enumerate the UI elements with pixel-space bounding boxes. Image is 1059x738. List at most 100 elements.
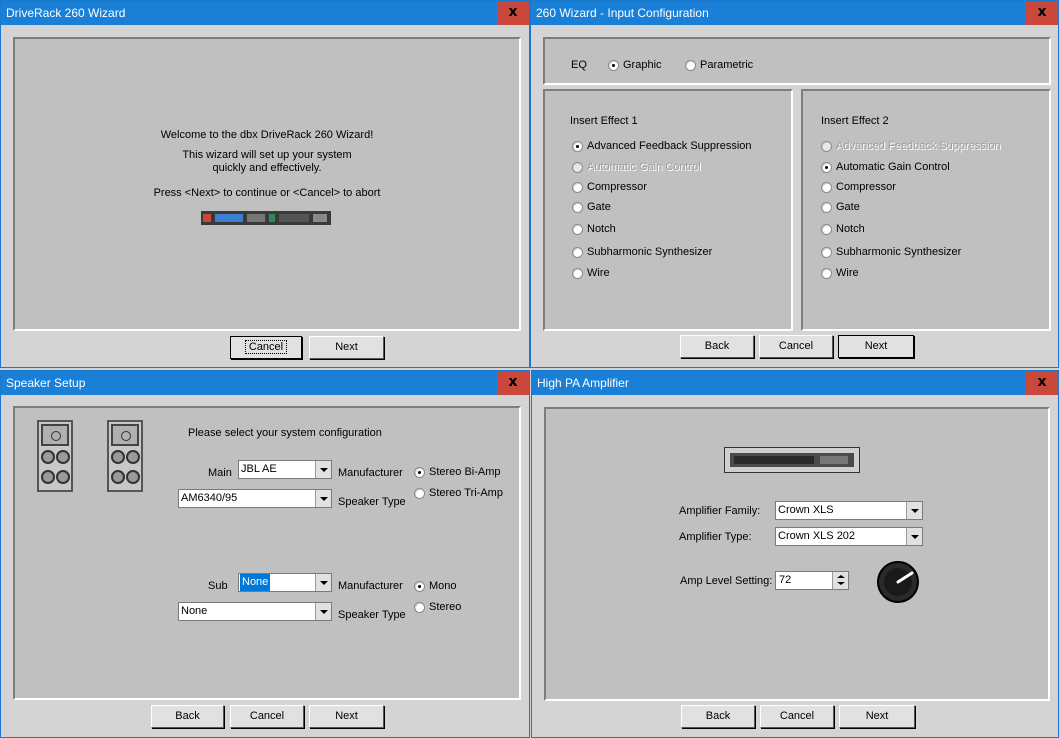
insert1-afs-radio[interactable] <box>572 141 583 152</box>
input-configuration-window: 260 Wizard - Input Configuration x EQ Gr… <box>530 0 1059 368</box>
cancel-button[interactable]: Cancel <box>230 336 302 359</box>
welcome-panel: Welcome to the dbx DriveRack 260 Wizard!… <box>13 37 521 331</box>
main-speaker-type-label: Speaker Type <box>338 496 406 508</box>
close-button[interactable]: x <box>1026 371 1058 395</box>
amp-level-spinner[interactable]: 72 <box>775 571 849 590</box>
chevron-down-icon[interactable] <box>315 574 331 591</box>
amp-level-knob[interactable] <box>876 560 920 604</box>
insert2-subharmonic-radio[interactable] <box>821 247 832 258</box>
close-button[interactable]: x <box>1026 1 1058 25</box>
welcome-line-2: This wizard will set up your system <box>182 149 352 161</box>
eq-panel: EQ Graphic Parametric <box>543 37 1051 85</box>
sub-label: Sub <box>208 580 228 592</box>
window-title: 260 Wizard - Input Configuration <box>531 1 1058 25</box>
amplifier-type-value: Crown XLS 202 <box>778 530 856 542</box>
amplifier-family-value: Crown XLS <box>778 504 834 516</box>
insert1-compressor-label[interactable]: Compressor <box>587 181 647 193</box>
close-button[interactable]: x <box>497 371 529 395</box>
main-speaker-image <box>37 420 73 492</box>
insert1-gate-radio[interactable] <box>572 202 583 213</box>
next-button[interactable]: Next <box>838 335 914 358</box>
sub-speaker-type-value: None <box>181 605 208 617</box>
insert-effect-2-panel: Insert Effect 2 Advanced Feedback Suppre… <box>801 89 1051 331</box>
sub-manufacturer-select[interactable]: None <box>238 573 332 592</box>
insert2-gate-radio[interactable] <box>821 202 832 213</box>
cancel-button[interactable]: Cancel <box>230 705 304 728</box>
chevron-down-icon[interactable] <box>906 502 922 519</box>
window-title: Speaker Setup <box>1 371 529 395</box>
insert2-agc-label[interactable]: Automatic Gain Control <box>836 161 950 173</box>
amplifier-type-select[interactable]: Crown XLS 202 <box>775 527 923 546</box>
sub-manufacturer-value: None <box>240 574 271 591</box>
back-button[interactable]: Back <box>680 335 754 358</box>
insert1-agc-radio <box>572 162 583 173</box>
insert2-notch-radio[interactable] <box>821 224 832 235</box>
main-manufacturer-select[interactable]: JBL AE <box>238 460 332 479</box>
amplifier-panel: Amplifier Family: Crown XLS Amplifier Ty… <box>544 407 1050 701</box>
insert1-notch-label[interactable]: Notch <box>587 223 616 235</box>
driverack-device-image <box>201 211 331 225</box>
welcome-line-4: Press <Next> to continue or <Cancel> to … <box>153 187 381 199</box>
amplifier-family-select[interactable]: Crown XLS <box>775 501 923 520</box>
insert2-subharmonic-label[interactable]: Subharmonic Synthesizer <box>836 246 961 258</box>
eq-parametric-label[interactable]: Parametric <box>700 59 753 71</box>
back-button[interactable]: Back <box>681 705 755 728</box>
cancel-label: Cancel <box>244 340 288 354</box>
stereo-tri-amp-label[interactable]: Stereo Tri-Amp <box>429 487 503 499</box>
amplifier-image <box>724 447 860 473</box>
window-title: DriveRack 260 Wizard <box>1 1 529 25</box>
eq-label: EQ <box>571 59 587 71</box>
eq-parametric-radio[interactable] <box>685 60 696 71</box>
insert1-agc-label: Automatic Gain Control <box>587 161 701 173</box>
back-button[interactable]: Back <box>151 705 224 728</box>
eq-graphic-radio[interactable] <box>608 60 619 71</box>
insert2-compressor-radio[interactable] <box>821 182 832 193</box>
sub-manufacturer-label: Manufacturer <box>338 580 403 592</box>
amp-level-value: 72 <box>779 574 792 586</box>
main-speaker-type-select[interactable]: AM6340/95 <box>178 489 332 508</box>
main-speaker-type-value: AM6340/95 <box>181 492 238 504</box>
insert-effect-2-title: Insert Effect 2 <box>821 115 889 127</box>
stereo-bi-amp-label[interactable]: Stereo Bi-Amp <box>429 466 501 478</box>
insert1-wire-label[interactable]: Wire <box>587 267 610 279</box>
insert2-wire-radio[interactable] <box>821 268 832 279</box>
chevron-down-icon[interactable] <box>315 490 331 507</box>
insert1-subharmonic-label[interactable]: Subharmonic Synthesizer <box>587 246 712 258</box>
close-button[interactable]: x <box>497 1 529 25</box>
insert1-subharmonic-radio[interactable] <box>572 247 583 258</box>
insert1-wire-radio[interactable] <box>572 268 583 279</box>
insert2-wire-label[interactable]: Wire <box>836 267 859 279</box>
mono-label[interactable]: Mono <box>429 580 457 592</box>
config-prompt: Please select your system configuration <box>188 427 382 439</box>
driverack-wizard-window: DriveRack 260 Wizard x Welcome to the db… <box>0 0 530 368</box>
cancel-button[interactable]: Cancel <box>759 335 833 358</box>
stereo-tri-amp-radio[interactable] <box>414 488 425 499</box>
insert1-gate-label[interactable]: Gate <box>587 201 611 213</box>
insert2-agc-radio[interactable] <box>821 162 832 173</box>
insert1-compressor-radio[interactable] <box>572 182 583 193</box>
next-button[interactable]: Next <box>309 336 384 359</box>
stereo-radio[interactable] <box>414 602 425 613</box>
chevron-down-icon[interactable] <box>315 603 331 620</box>
main-label: Main <box>208 467 232 479</box>
insert2-afs-label: Advanced Feedback Suppression <box>836 140 1001 152</box>
next-button[interactable]: Next <box>839 705 915 728</box>
eq-graphic-label[interactable]: Graphic <box>623 59 662 71</box>
chevron-down-icon[interactable] <box>906 528 922 545</box>
speaker-setup-panel: Please select your system configuration … <box>13 406 521 700</box>
insert1-notch-radio[interactable] <box>572 224 583 235</box>
spinner-arrows-icon[interactable] <box>832 572 848 589</box>
welcome-heading: Welcome to the dbx DriveRack 260 Wizard! <box>160 129 374 141</box>
cancel-button[interactable]: Cancel <box>760 705 834 728</box>
chevron-down-icon[interactable] <box>315 461 331 478</box>
stereo-bi-amp-radio[interactable] <box>414 467 425 478</box>
mono-radio[interactable] <box>414 581 425 592</box>
insert2-compressor-label[interactable]: Compressor <box>836 181 896 193</box>
insert1-afs-label[interactable]: Advanced Feedback Suppression <box>587 140 752 152</box>
insert2-gate-label[interactable]: Gate <box>836 201 860 213</box>
next-button[interactable]: Next <box>309 705 384 728</box>
stereo-label[interactable]: Stereo <box>429 601 461 613</box>
insert2-notch-label[interactable]: Notch <box>836 223 865 235</box>
sub-speaker-type-select[interactable]: None <box>178 602 332 621</box>
insert2-afs-radio <box>821 141 832 152</box>
